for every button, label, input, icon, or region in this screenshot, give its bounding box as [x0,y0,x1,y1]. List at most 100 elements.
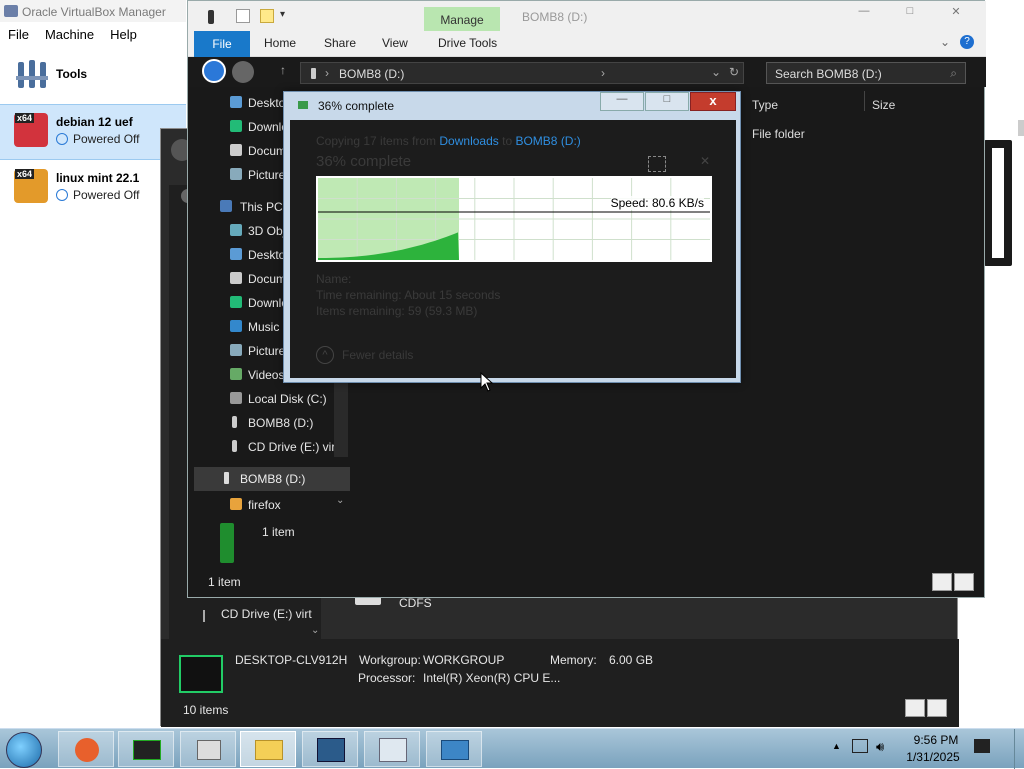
this-pc-icon [220,200,232,212]
monitor-icon [379,738,407,762]
source-link[interactable]: Downloads [439,134,498,148]
taskbar-explorer[interactable] [240,731,296,767]
address-text: BOMB8 (D:) [339,67,405,81]
cdfs-label: CDFS [399,596,432,610]
up-arrow-icon[interactable]: ↑ [280,63,286,77]
taskbar-firefox[interactable] [58,731,114,767]
processor-value: Intel(R) Xeon(R) CPU E... [423,671,561,685]
large-icons-view-icon[interactable] [927,699,947,717]
computer-icon [133,740,161,760]
address-input[interactable]: › BOMB8 (D:) › ⌄ ↻ [300,62,744,84]
start-button[interactable] [6,732,42,768]
tab-file[interactable]: File [194,31,250,57]
videos-icon [230,368,242,380]
cancel-icon[interactable]: ✕ [700,154,710,168]
nav-item-bomb8-d[interactable]: BOMB8 (D:) [194,411,354,435]
taskbar-window-app[interactable] [426,731,482,767]
volume-icon[interactable]: 🔊︎ [876,739,884,755]
clock-date[interactable]: 1/31/2025 [900,750,966,764]
taskbar-system-monitor[interactable] [364,731,420,767]
computer-icon [179,655,223,693]
tools-icon [16,60,48,88]
new-folder-icon[interactable] [260,9,274,23]
percent-heading: 36% complete [316,153,412,170]
address-dropdown-icon[interactable]: ⌄ [711,65,721,79]
vm-item-linux-mint[interactable]: x64 linux mint 22.1 Powered Off [0,161,186,217]
dialog-maximize-button[interactable]: □ [645,92,689,111]
address-bar-row: ↑ › BOMB8 (D:) › ⌄ ↻ Search BOMB8 (D:) ⌕ [188,57,986,87]
dialog-minimize-button[interactable]: — [600,92,644,111]
copy-icon [298,101,308,109]
destination-link[interactable]: BOMB8 (D:) [515,134,580,148]
menu-file[interactable]: File [0,24,37,44]
notification-icon[interactable] [974,739,990,753]
details-view-icon[interactable] [932,573,952,591]
workgroup-label: Workgroup: [359,653,421,667]
nav-item-bomb8-root[interactable]: BOMB8 (D:) [194,467,350,491]
maximize-button[interactable]: □ [888,5,932,23]
tab-view[interactable]: View [382,36,408,50]
memory-label: Memory: [550,653,597,667]
nav-item-cd-drive-e[interactable]: CD Drive (E:) virt [194,435,354,459]
close-button[interactable]: ✕ [934,5,978,23]
pause-button[interactable] [648,156,666,172]
vm-state: Powered Off [56,132,139,146]
vm-preview-frame [984,140,1012,266]
minimize-button[interactable]: — [842,5,886,23]
taskbar-devices[interactable] [180,731,236,767]
folder-icon [230,498,242,510]
vm-item-debian[interactable]: x64 debian 12 uef Powered Off [0,104,186,160]
scrollbar-thumb[interactable] [1018,120,1024,136]
desktop-icon [230,248,242,260]
back-button-icon[interactable] [202,59,226,83]
virtualbox-titlebar: Oracle VirtualBox Manager [0,0,186,22]
documents-icon [230,144,242,156]
fewer-details-link[interactable]: Fewer details [342,348,413,362]
collapse-details-icon[interactable]: ^ [316,346,334,364]
large-icons-view-icon[interactable] [954,573,974,591]
tab-home[interactable]: Home [264,36,296,50]
show-hidden-icons-icon[interactable]: ▲ [832,741,841,751]
vm-state: Powered Off [56,188,139,202]
ribbon-expand-icon[interactable]: ⌄ [940,35,950,49]
menu-machine[interactable]: Machine [37,24,102,44]
tab-drive-tools[interactable]: Drive Tools [438,36,497,50]
desktop-icon [230,96,242,108]
show-desktop-button[interactable] [1014,729,1024,769]
virtualbox-title: Oracle VirtualBox Manager [22,5,166,19]
details-view-icon[interactable] [905,699,925,717]
dialog-close-button[interactable]: x [690,92,736,111]
column-size[interactable]: Size [872,98,895,112]
search-input[interactable]: Search BOMB8 (D:) ⌕ [766,62,966,84]
arch-badge: x64 [15,113,35,123]
clock-time[interactable]: 9:56 PM [906,733,966,747]
tab-share[interactable]: Share [324,36,356,50]
window-title: BOMB8 (D:) [522,10,588,24]
chevron-down-icon[interactable]: ⌄ [311,625,319,636]
menu-help[interactable]: Help [102,24,145,44]
tools-item[interactable]: Tools [0,52,186,98]
transfer-speed-graph: Speed: 80.6 KB/s [316,176,712,262]
speed-readout: Speed: 80.6 KB/s [610,196,704,210]
tools-label: Tools [56,67,88,81]
breadcrumb-chevron-icon[interactable]: › [601,66,605,80]
tab-manage[interactable]: Manage [424,7,500,31]
column-type[interactable]: Type [752,98,778,112]
nav-item-cd-drive[interactable]: CD Drive (E:) virt [221,607,312,621]
pictures-icon [230,168,242,180]
refresh-icon[interactable]: ↻ [729,65,739,79]
nav-item-local-disk-c[interactable]: Local Disk (C:) [194,387,354,411]
network-icon[interactable] [852,739,868,753]
help-icon[interactable]: ? [960,35,974,49]
taskbar-virtualbox[interactable] [302,731,358,767]
column-divider[interactable] [864,91,865,111]
processor-label: Processor: [358,671,416,685]
properties-icon[interactable] [236,9,250,23]
vm-name: linux mint 22.1 [56,171,140,185]
3d-objects-icon [230,224,242,236]
forward-button-icon[interactable] [232,61,254,83]
breadcrumb-chevron-icon[interactable]: › [325,66,329,80]
quick-access-dropdown-icon[interactable]: ▾ [280,9,285,20]
virtualbox-menubar: File Machine Help [0,24,145,44]
taskbar-terminal[interactable] [118,731,174,767]
